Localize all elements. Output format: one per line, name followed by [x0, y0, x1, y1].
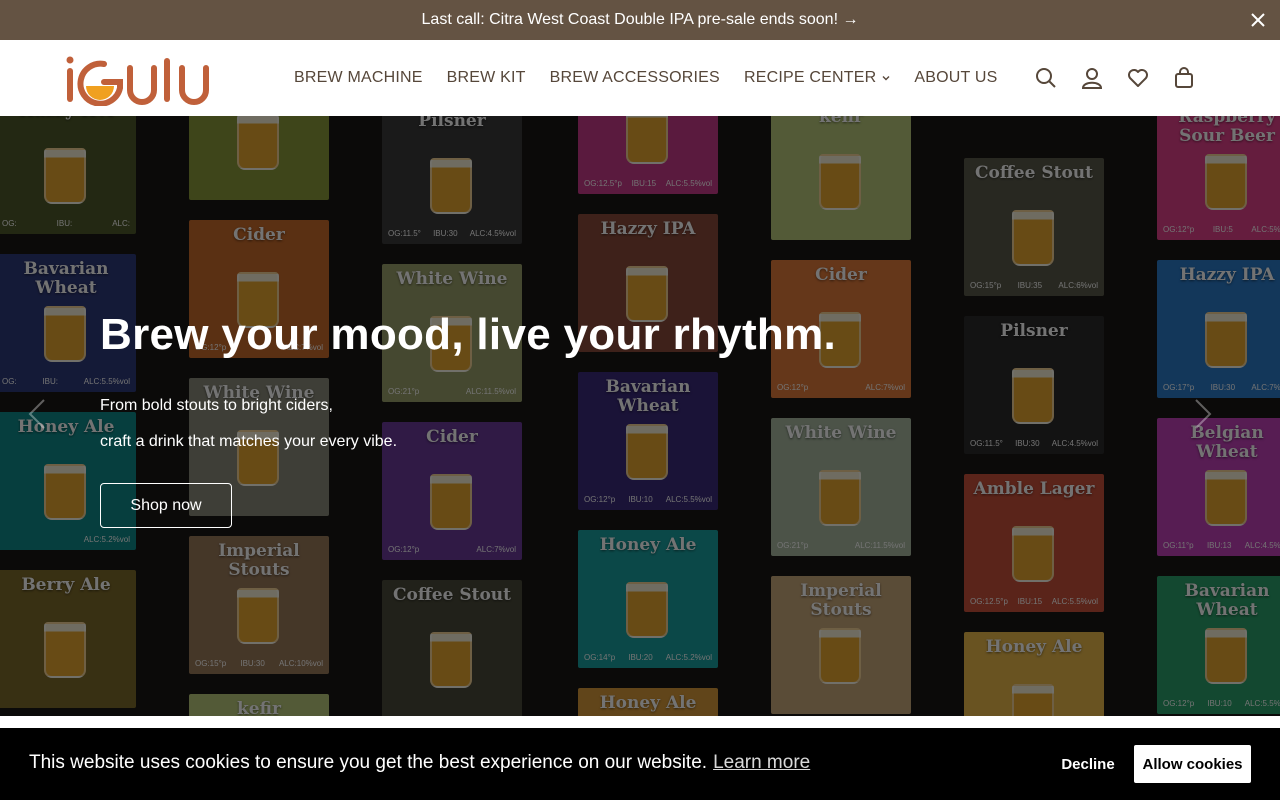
cookie-message: This website uses cookies to ensure you … — [29, 752, 810, 774]
chevron-right-icon[interactable] — [1188, 396, 1218, 432]
close-icon[interactable] — [1248, 10, 1268, 30]
hero-banner: Hazzy IPAOG:IBU:ALC:Bavarian WheatOG:IBU… — [0, 116, 1280, 716]
cart-icon[interactable] — [1172, 64, 1196, 92]
shop-now-button[interactable]: Shop now — [100, 483, 232, 528]
hero-subtitle: From bold stouts to bright ciders, craft… — [100, 388, 397, 460]
cookie-banner: This website uses cookies to ensure you … — [0, 728, 1280, 800]
main-nav: BREW MACHINE BREW KIT BREW ACCESSORIES R… — [282, 40, 1009, 116]
nav-brew-kit[interactable]: BREW KIT — [435, 69, 538, 87]
nav-recipe-center[interactable]: RECIPE CENTER — [732, 69, 902, 87]
decline-button[interactable]: Decline — [1052, 745, 1124, 783]
chevron-down-icon — [882, 76, 890, 81]
announcement-text[interactable]: Last call: Citra West Coast Double IPA p… — [422, 11, 859, 29]
nav-about-us[interactable]: ABOUT US — [902, 69, 1009, 87]
wishlist-icon[interactable] — [1126, 64, 1150, 92]
account-icon[interactable] — [1080, 64, 1104, 92]
hero-title: Brew your mood, live your rhythm. — [100, 310, 837, 359]
igulu-logo[interactable] — [64, 54, 214, 106]
learn-more-link[interactable]: Learn more — [713, 752, 810, 773]
announcement-bar: Last call: Citra West Coast Double IPA p… — [0, 0, 1280, 40]
nav-brew-machine[interactable]: BREW MACHINE — [282, 69, 435, 87]
cookie-message-text: This website uses cookies to ensure you … — [29, 752, 708, 773]
site-header: BREW MACHINE BREW KIT BREW ACCESSORIES R… — [0, 40, 1280, 116]
divider — [0, 716, 1280, 728]
allow-cookies-button[interactable]: Allow cookies — [1134, 745, 1251, 783]
nav-brew-accessories[interactable]: BREW ACCESSORIES — [538, 69, 732, 87]
hero-subtitle-line1: From bold stouts to bright ciders, — [100, 397, 333, 414]
hero-subtitle-line2: craft a drink that matches your every vi… — [100, 433, 398, 450]
chevron-left-icon[interactable] — [22, 396, 52, 432]
header-icons — [1034, 64, 1196, 92]
search-icon[interactable] — [1034, 64, 1058, 92]
